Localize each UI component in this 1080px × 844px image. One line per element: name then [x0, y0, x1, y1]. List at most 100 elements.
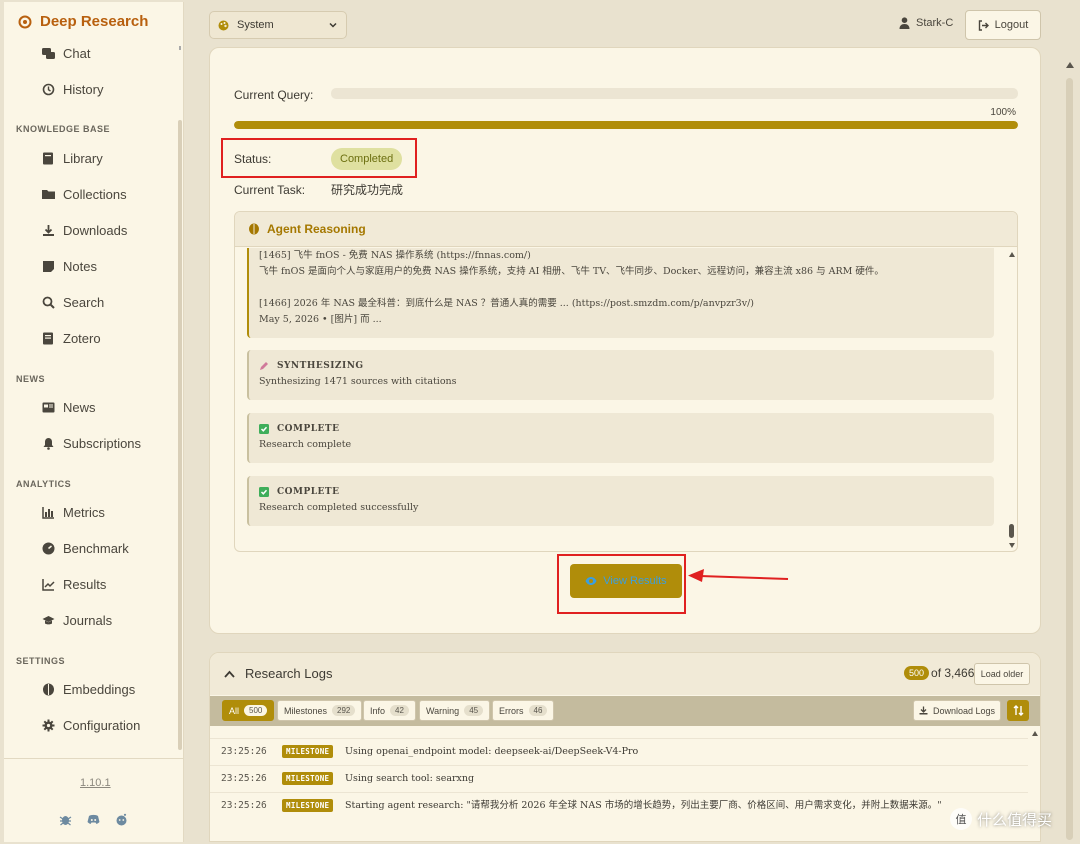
reasoning-entry-text: Research complete — [259, 439, 352, 450]
table-row-partial — [210, 728, 1028, 739]
filter-count: 500 — [244, 705, 268, 716]
reasoning-entry-title: COMPLETE — [277, 487, 340, 497]
sidebar-item-embeddings[interactable]: Embeddings — [42, 679, 135, 699]
agent-reasoning-header: Agent Reasoning — [235, 212, 1017, 247]
logs-title: Research Logs — [245, 666, 333, 681]
logs-count: 500 of 3,466 — [904, 666, 974, 680]
reasoning-entry-title: SYNTHESIZING — [277, 361, 364, 371]
log-tag: MILESTONE — [282, 745, 334, 758]
scroll-up-icon[interactable] — [1032, 731, 1038, 736]
sidebar-item-label: Journals — [63, 612, 113, 628]
check-icon — [259, 487, 269, 497]
section-settings: SETTINGS — [16, 656, 66, 666]
page-scroll-up-icon[interactable] — [1066, 62, 1074, 68]
annotation-arrow — [688, 569, 789, 582]
log-message: Starting agent research: "请帮我分析 2026 年全球… — [345, 800, 942, 811]
atom-logo-icon — [18, 15, 32, 28]
filter-count: 46 — [528, 705, 548, 716]
version-link[interactable]: 1.10.1 — [80, 777, 111, 789]
sidebar-item-label: Zotero — [63, 330, 101, 346]
download-icon — [43, 224, 54, 236]
agent-reasoning-panel: Agent Reasoning [1465] 飞牛 fnOS - 免费 NAS … — [234, 211, 1018, 552]
sidebar-scroll-up-icon[interactable] — [179, 46, 181, 50]
sort-icon — [1013, 705, 1023, 716]
section-knowledge-base: KNOWLEDGE BASE — [16, 124, 111, 134]
sidebar-item-news[interactable]: News — [42, 397, 96, 417]
sidebar-item-label: History — [63, 81, 104, 97]
log-time: 23:25:26 — [221, 773, 267, 784]
sidebar-item-benchmark[interactable]: Benchmark — [42, 538, 129, 558]
reasoning-scrollbar[interactable] — [1007, 248, 1017, 551]
sidebar-item-label: Search — [63, 294, 105, 310]
sidebar-item-label: Library — [63, 150, 103, 166]
sidebar-item-journals[interactable]: Journals — [42, 610, 112, 630]
gauge-icon — [42, 542, 55, 554]
query-value — [331, 88, 1018, 99]
log-row: 23:25:26 MILESTONE Starting agent resear… — [210, 793, 1028, 835]
brain-icon — [43, 683, 54, 695]
sidebar-nav[interactable]: Chat History KNOWLEDGE BASE Library Coll… — [4, 40, 180, 760]
filter-count: 45 — [464, 705, 484, 716]
sidebar-item-label: Collections — [63, 186, 127, 202]
filter-label: All — [229, 705, 240, 716]
load-older-button[interactable]: Load older — [974, 663, 1030, 685]
newspaper-icon — [42, 402, 55, 412]
sidebar-item-label: Downloads — [63, 222, 128, 238]
discord-icon[interactable] — [87, 813, 100, 826]
sidebar-item-label: Results — [63, 576, 107, 592]
logout-button[interactable]: Logout — [965, 10, 1041, 40]
filter-milestones[interactable]: Milestones 292 — [277, 700, 363, 721]
scroll-down-icon[interactable] — [1009, 543, 1015, 548]
folder-icon — [42, 189, 55, 199]
reddit-icon[interactable] — [115, 813, 128, 826]
logs-header[interactable]: Research Logs 500 of 3,466 Load older — [210, 653, 1040, 695]
note-icon — [43, 260, 54, 272]
filter-count: 292 — [332, 705, 356, 716]
section-news: NEWS — [16, 374, 45, 384]
scrollbar-thumb[interactable] — [1009, 524, 1014, 538]
sidebar-item-history[interactable]: History — [42, 79, 103, 99]
research-logs-card: Research Logs 500 of 3,466 Load older Al… — [209, 652, 1041, 842]
pencil-icon — [260, 362, 268, 370]
download-logs-button[interactable]: Download Logs — [913, 700, 1001, 721]
footer-icons — [59, 813, 128, 826]
agent-reasoning-title: Agent Reasoning — [267, 222, 366, 236]
sidebar-item-subscriptions[interactable]: Subscriptions — [42, 433, 141, 453]
filter-all[interactable]: All 500 — [222, 700, 275, 721]
sidebar-item-metrics[interactable]: Metrics — [42, 502, 105, 522]
sidebar-item-downloads[interactable]: Downloads — [42, 220, 127, 240]
sidebar-item-library[interactable]: Library — [42, 148, 103, 168]
logs-title-toggle[interactable]: Research Logs — [224, 666, 332, 681]
sidebar-item-collections[interactable]: Collections — [42, 184, 127, 204]
filter-warning[interactable]: Warning 45 — [419, 700, 491, 721]
sidebar-item-configuration[interactable]: Configuration — [42, 715, 140, 735]
history-icon — [42, 83, 55, 95]
sidebar-scrollbar[interactable] — [178, 120, 182, 750]
watermark: 值 什么值得买 — [950, 808, 1052, 830]
brand[interactable]: Deep Research — [18, 13, 148, 30]
page-scrollbar[interactable] — [1066, 78, 1073, 840]
user-icon — [899, 17, 910, 29]
sidebar-item-search[interactable]: Search — [42, 292, 104, 312]
sidebar-item-label: Embeddings — [63, 681, 136, 697]
sidebar-item-label: Benchmark — [63, 540, 129, 556]
task-value: 研究成功完成 — [331, 183, 404, 197]
reasoning-entry: COMPLETE Research completed successfully — [247, 476, 994, 526]
sidebar-item-results[interactable]: Results — [42, 574, 106, 594]
view-results-button[interactable]: View Results — [570, 564, 682, 598]
sidebar-item-chat[interactable]: Chat — [42, 43, 90, 63]
user-info: Stark-C — [899, 17, 953, 29]
sidebar-item-zotero[interactable]: Zotero — [42, 328, 101, 348]
reasoning-log[interactable]: [1465] 飞牛 fnOS - 免费 NAS 操作系统 (https://fn… — [235, 248, 1017, 551]
theme-select[interactable]: System — [209, 11, 347, 39]
filter-info[interactable]: Info 42 — [363, 700, 416, 721]
filter-errors[interactable]: Errors 46 — [492, 700, 555, 721]
eye-icon — [585, 577, 597, 585]
sidebar-item-notes[interactable]: Notes — [42, 256, 97, 276]
bug-icon[interactable] — [59, 813, 72, 826]
section-analytics: ANALYTICS — [16, 479, 72, 489]
bell-icon — [43, 437, 54, 450]
sort-order-button[interactable] — [1007, 700, 1029, 721]
scroll-up-icon[interactable] — [1009, 252, 1015, 257]
log-time: 23:25:26 — [221, 746, 267, 757]
